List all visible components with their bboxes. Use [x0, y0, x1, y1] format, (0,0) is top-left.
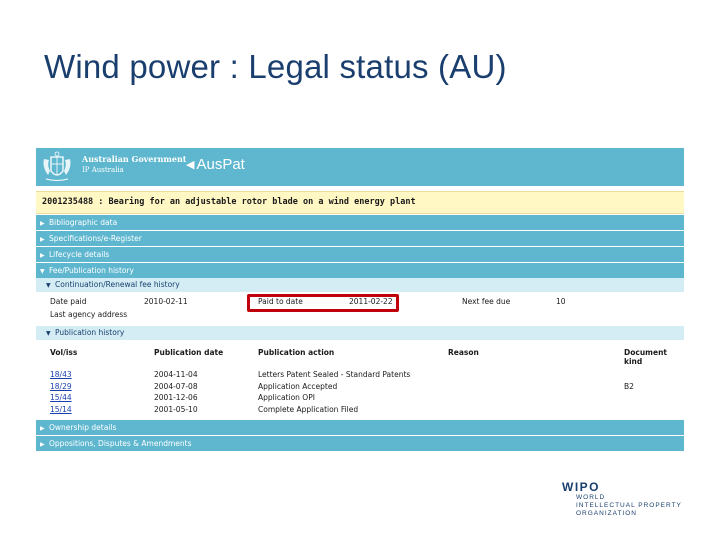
subsection-label: Publication history — [55, 328, 125, 337]
table-row: 18/43 2004-11-04 Letters Patent Sealed -… — [36, 370, 684, 382]
expand-icon: ▶ — [40, 425, 45, 432]
auspat-logo-text: AusPat — [196, 156, 245, 173]
publication-action: Letters Patent Sealed - Standard Patents — [258, 370, 411, 379]
reason — [448, 370, 624, 382]
section-label: Ownership details — [49, 423, 117, 432]
wipo-line: ORGANIZATION — [576, 510, 637, 517]
expand-icon: ▶ — [40, 236, 45, 243]
paid-to-date-highlight — [247, 294, 399, 312]
publication-date: 2004-11-04 — [154, 370, 198, 379]
publication-history-table: Vol/iss Publication date Publication act… — [36, 348, 684, 416]
next-fee-value: 10 — [556, 297, 566, 306]
section-oppositions[interactable]: ▶ Oppositions, Disputes & Amendments — [36, 436, 684, 451]
column-header: Publication action — [258, 348, 335, 357]
wipo-line: WORLD — [576, 494, 606, 501]
vol-iss-link[interactable]: 18/29 — [50, 382, 72, 391]
document-kind — [624, 370, 684, 382]
vol-iss-link[interactable]: 15/14 — [50, 405, 72, 414]
agency-name: IP Australia — [82, 166, 124, 174]
table-row: 18/29 2004-07-08 Application Accepted B2 — [36, 382, 684, 394]
section-ownership[interactable]: ▶ Ownership details — [36, 420, 684, 435]
next-fee-label: Next fee due — [462, 297, 511, 306]
reason — [448, 405, 624, 417]
column-header: Reason — [448, 348, 479, 357]
patent-title-bar: 2001235488 : Bearing for an adjustable r… — [36, 191, 684, 214]
collapse-icon: ▼ — [40, 268, 45, 275]
section-label: Fee/Publication history — [49, 266, 134, 275]
section-lifecycle[interactable]: ▶ Lifecycle details — [36, 247, 684, 262]
auspat-screenshot: Australian Government IP Australia ◀ AusP… — [36, 148, 684, 470]
date-paid-label: Date paid — [50, 297, 87, 306]
subsection-label: Continuation/Renewal fee history — [55, 280, 180, 289]
slide-title: Wind power : Legal status (AU) — [44, 48, 507, 85]
wipo-line: INTELLECTUAL PROPERTY — [576, 502, 682, 509]
column-header: Publication date — [154, 348, 224, 357]
vol-iss-link[interactable]: 15/44 — [50, 393, 72, 402]
publication-action: Application Accepted — [258, 381, 338, 391]
auspat-logo[interactable]: ◀ AusPat — [186, 156, 245, 173]
section-label: Bibliographic data — [49, 218, 118, 227]
table-row: 15/44 2001-12-06 Application OPI — [36, 393, 684, 405]
expand-icon: ▶ — [40, 252, 45, 259]
publication-action: Application OPI — [258, 393, 315, 402]
document-kind — [624, 405, 684, 417]
section-fee-publication[interactable]: ▼ Fee/Publication history — [36, 263, 684, 278]
expand-icon: ▶ — [40, 441, 45, 448]
subsection-publication-history[interactable]: ▼ Publication history — [36, 326, 684, 340]
section-label: Lifecycle details — [49, 250, 110, 259]
reason — [448, 393, 624, 405]
publication-date: 2004-07-08 — [154, 381, 198, 391]
section-label: Oppositions, Disputes & Amendments — [49, 439, 192, 448]
vol-iss-link[interactable]: 18/43 — [50, 370, 72, 379]
publication-date: 2001-05-10 — [154, 404, 198, 414]
document-kind: B2 — [624, 381, 634, 391]
publication-date: 2001-12-06 — [154, 393, 198, 402]
wipo-name: WIPO — [562, 480, 600, 494]
table-row: 15/14 2001-05-10 Complete Application Fi… — [36, 405, 684, 417]
subsection-fee-history[interactable]: ▼ Continuation/Renewal fee history — [36, 278, 684, 292]
coat-of-arms-icon — [43, 151, 71, 181]
publication-action: Complete Application Filed — [258, 404, 359, 414]
government-branding: Australian Government IP Australia — [82, 154, 187, 176]
section-specifications[interactable]: ▶ Specifications/e-Register — [36, 231, 684, 246]
government-name: Australian Government — [82, 154, 187, 164]
collapse-icon: ▼ — [46, 282, 51, 289]
document-kind — [624, 393, 684, 405]
section-bibliographic[interactable]: ▶ Bibliographic data — [36, 215, 684, 230]
auspat-banner: Australian Government IP Australia ◀ AusP… — [36, 148, 684, 186]
column-header: Vol/iss — [50, 348, 78, 357]
table-header-row: Vol/iss Publication date Publication act… — [36, 348, 684, 370]
auspat-arrow-icon: ◀ — [186, 159, 195, 171]
date-paid-value: 2010-02-11 — [144, 297, 188, 306]
wipo-logo: WIPO WORLD INTELLECTUAL PROPERTY ORGANIZ… — [562, 480, 682, 518]
expand-icon: ▶ — [40, 220, 45, 227]
column-header: Document kind — [624, 348, 667, 366]
section-label: Specifications/e-Register — [49, 234, 142, 243]
reason — [448, 382, 624, 394]
collapse-icon: ▼ — [46, 330, 51, 337]
